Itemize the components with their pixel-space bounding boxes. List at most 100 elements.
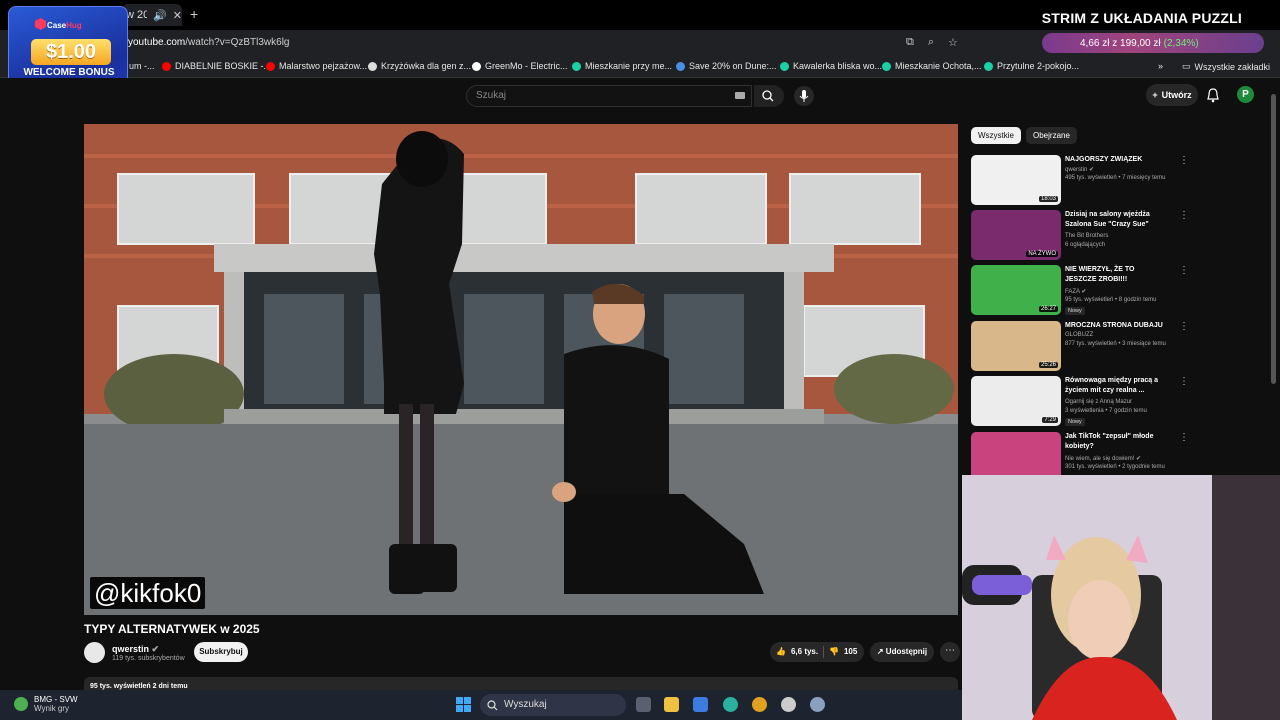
- recommendation-item[interactable]: 18:03 NAJGORSZY ZWIĄZEK qwerstin ✔ 495 tys.…: [971, 155, 1189, 205]
- dislike-button[interactable]: 👎 105: [829, 647, 857, 656]
- bookmark-item[interactable]: Save 20% on Dune:...: [676, 61, 777, 71]
- recommendation-title[interactable]: MROCZNA STRONA DUBAJU: [1065, 321, 1165, 331]
- taskbar-widget[interactable]: BMG - SVW Wynik gry: [14, 695, 78, 713]
- bookmark-label: Kawalerka bliska wo...: [793, 61, 883, 71]
- promo-brand-a: Case: [47, 21, 67, 30]
- video-thumbnail[interactable]: 18:03: [971, 155, 1061, 205]
- share-icon: ↗: [876, 647, 884, 656]
- promo-brand-b: Hug: [66, 21, 82, 30]
- recommendation-item[interactable]: 26:27 NIE WIERZYŁ, ŻE TO JESZCZE ZROBI!!!…: [971, 265, 1189, 315]
- more-options-icon[interactable]: ⋮: [1179, 210, 1189, 221]
- browser-tab-bar: w 20 🔊 ✕ + STRIM Z UKŁADANIA PUZZLI: [0, 0, 1280, 30]
- bookmark-item[interactable]: GreenMo - Electric...: [472, 61, 568, 71]
- like-dislike-group: 👍 6,6 tys. 👎 105: [770, 642, 864, 662]
- all-bookmarks-button[interactable]: ▭ Wszystkie zakładki: [1182, 61, 1270, 72]
- app-icon[interactable]: [781, 697, 796, 712]
- like-count: 6,6 tys.: [790, 647, 819, 656]
- bookmarks-overflow-icon[interactable]: »: [1158, 61, 1163, 71]
- zoom-icon[interactable]: ⌕: [928, 36, 934, 49]
- youtube-header: Szukaj + Utwórz P: [0, 78, 1280, 116]
- thumbs-up-icon: 👍: [776, 647, 786, 656]
- recommendation-item[interactable]: NA ŻYWO Dzisiaj na salony wjeżdża Szalona…: [971, 210, 1189, 260]
- recommendation-title[interactable]: Dzisiaj na salony wjeżdża Szalona Sue "C…: [1065, 210, 1165, 230]
- create-button[interactable]: + Utwórz: [1146, 84, 1198, 106]
- video-player[interactable]: [84, 124, 958, 615]
- dislike-count: 105: [843, 647, 858, 656]
- edge-icon[interactable]: [723, 697, 738, 712]
- webcam-frame: [962, 475, 1280, 720]
- keyboard-icon[interactable]: [735, 92, 745, 99]
- more-options-icon[interactable]: ⋮: [1179, 376, 1189, 387]
- url-field[interactable]: youtube.com/watch?v=QzBTl3wk6lg: [128, 37, 289, 48]
- url-path: /watch?v=QzBTl3wk6lg: [185, 37, 290, 48]
- recommendation-item[interactable]: 7:29 Równowaga między pracą a życiem mit …: [971, 376, 1189, 426]
- filter-chip[interactable]: Wszystkie: [971, 127, 1021, 144]
- chrome-icon[interactable]: [752, 697, 767, 712]
- bookmark-label: Przytulne 2-pokojo...: [997, 61, 1080, 71]
- close-tab-icon[interactable]: ✕: [173, 9, 182, 22]
- create-label: Utwórz: [1161, 90, 1192, 100]
- video-thumbnail[interactable]: 7:29: [971, 376, 1061, 426]
- bookmark-item[interactable]: Mieszkanie Ochota,...: [882, 61, 982, 71]
- bookmark-item[interactable]: Krzyżówka dla gen z...: [368, 61, 471, 71]
- bookmark-item[interactable]: Kawalerka bliska wo...: [780, 61, 882, 71]
- settings-gear-icon[interactable]: [810, 697, 825, 712]
- video-duration: 18:03: [1038, 196, 1058, 202]
- recommendation-channel[interactable]: Nie wiem, ale się dowiem! ✔: [1065, 455, 1141, 462]
- bookmark-item[interactable]: Mieszkanie przy me...: [572, 61, 672, 71]
- store-icon[interactable]: [693, 697, 708, 712]
- browser-tab-active[interactable]: w 20 🔊 ✕: [122, 4, 182, 26]
- taskbar-search-icon: [487, 700, 498, 711]
- share-button[interactable]: ↗ Udostępnij: [870, 642, 934, 662]
- more-options-icon[interactable]: ⋮: [1179, 432, 1189, 443]
- bookmark-favicon-icon: [984, 61, 993, 71]
- bookmark-label: Malarstwo pejzażow...: [279, 61, 368, 71]
- omnibar-icons: ⧉ ⌕ ☆: [906, 36, 958, 49]
- voice-search-button[interactable]: [794, 86, 814, 106]
- recommendation-title[interactable]: NAJGORSZY ZWIĄZEK: [1065, 155, 1165, 165]
- recommendation-meta: 301 tys. wyświetleń • 2 tygodnie temu: [1065, 464, 1165, 470]
- bookmark-label: um -...: [129, 61, 155, 71]
- speaker-icon[interactable]: 🔊: [153, 9, 167, 22]
- recommendation-channel[interactable]: qwerstin ✔: [1065, 166, 1094, 173]
- recommendation-channel[interactable]: Ogarnij się z Anną Mazur: [1065, 399, 1132, 405]
- recommendation-channel[interactable]: The Bit Brothers: [1065, 233, 1108, 239]
- recommendation-title[interactable]: Równowaga między pracą a życiem mit czy …: [1065, 376, 1165, 396]
- windows-start-button[interactable]: [456, 697, 471, 712]
- recommendation-title[interactable]: Jak TikTok "zepsuł" młode kobiety?: [1065, 432, 1165, 452]
- widget-subtitle: Wynik gry: [34, 704, 70, 713]
- recommendation-title[interactable]: NIE WIERZYŁ, ŻE TO JESZCZE ZROBI!!!: [1065, 265, 1165, 285]
- channel-avatar[interactable]: [84, 642, 105, 663]
- taskbar-search[interactable]: Wyszukaj: [480, 694, 626, 716]
- recommendation-meta: 6 oglądających: [1065, 242, 1106, 248]
- more-options-icon[interactable]: ⋮: [1179, 155, 1189, 166]
- bookmark-star-icon[interactable]: ☆: [948, 36, 958, 49]
- subscribe-button[interactable]: Subskrybuj: [194, 642, 248, 662]
- task-view-icon[interactable]: [636, 697, 651, 712]
- page-scrollbar[interactable]: [1271, 94, 1276, 384]
- new-tab-button[interactable]: +: [190, 6, 198, 22]
- like-button[interactable]: 👍 6,6 tys.: [776, 647, 818, 656]
- more-options-icon[interactable]: ⋮: [1179, 265, 1189, 276]
- recommendation-item[interactable]: 25:26 MROCZNA STRONA DUBAJU GLOBUZZ 877 tys…: [971, 321, 1189, 371]
- bookmark-item[interactable]: Przytulne 2-pokojo...: [984, 61, 1079, 71]
- more-options-icon[interactable]: ⋮: [1179, 321, 1189, 332]
- channel-name[interactable]: qwerstin ✔: [112, 644, 159, 655]
- recommendation-channel[interactable]: GLOBUZZ: [1065, 332, 1093, 338]
- notifications-bell-icon[interactable]: [1206, 88, 1220, 103]
- video-title: TYPY ALTERNATYWEK w 2025: [84, 622, 260, 636]
- bookmark-item[interactable]: Malarstwo pejzażow...: [266, 61, 367, 71]
- more-actions-button[interactable]: ⋯: [940, 642, 960, 662]
- bookmark-item[interactable]: DIABELNIE BOSKIE -...: [162, 61, 271, 71]
- video-thumbnail[interactable]: 25:26: [971, 321, 1061, 371]
- search-button[interactable]: [754, 85, 784, 107]
- file-explorer-icon[interactable]: [664, 697, 679, 712]
- video-thumbnail[interactable]: NA ŻYWO: [971, 210, 1061, 260]
- cast-icon[interactable]: ⧉: [906, 36, 914, 49]
- filter-chip[interactable]: Obejrzane: [1026, 127, 1077, 144]
- account-avatar[interactable]: P: [1237, 86, 1254, 103]
- recommendation-channel[interactable]: FAZA ✔: [1065, 288, 1086, 295]
- search-input[interactable]: Szukaj: [466, 85, 752, 107]
- price-percent: (2,34%): [1163, 37, 1199, 49]
- video-thumbnail[interactable]: 26:27: [971, 265, 1061, 315]
